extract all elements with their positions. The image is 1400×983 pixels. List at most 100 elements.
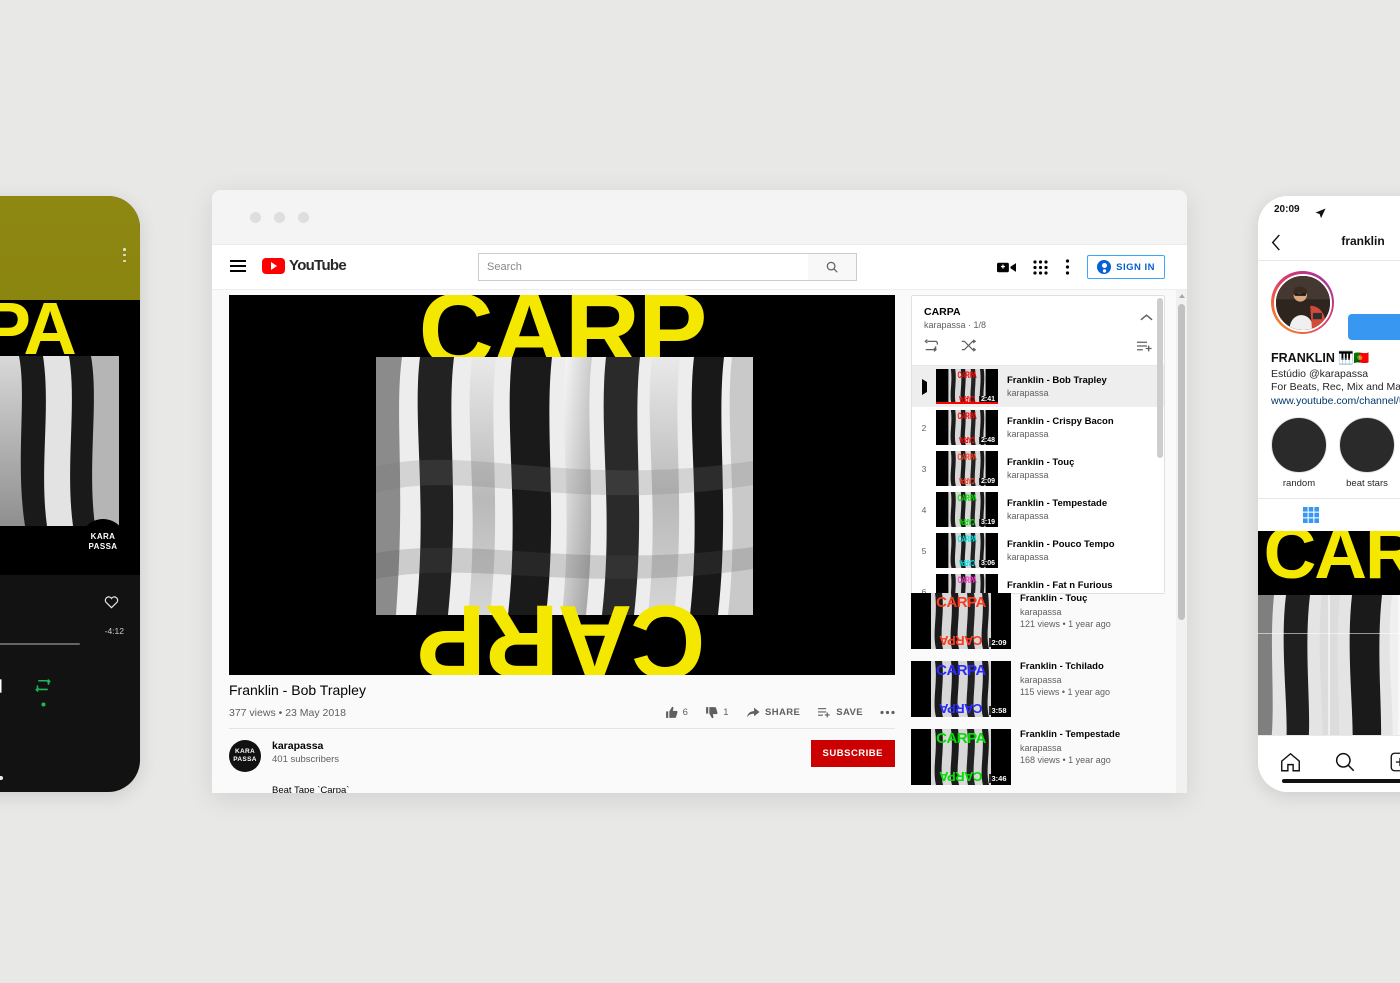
svg-text:CARPA: CARPA bbox=[958, 493, 977, 504]
playlist-item-channel: karapassa bbox=[1007, 388, 1049, 398]
bio-link[interactable]: www.youtube.com/channel/U bbox=[1271, 395, 1400, 407]
apps-grid-icon[interactable] bbox=[1033, 259, 1048, 275]
story-highlight[interactable]: beat stars bbox=[1339, 416, 1395, 489]
up-next-title: Franklin - Tempestade bbox=[1020, 729, 1121, 740]
karapassa-badge: KARA PASSA bbox=[80, 519, 126, 565]
status-time: 20:09 bbox=[1274, 204, 1300, 215]
plus-square-icon[interactable] bbox=[1390, 752, 1400, 777]
window-maximize-dot[interactable] bbox=[298, 212, 309, 223]
svg-text:CARPA: CARPA bbox=[959, 476, 975, 484]
grid-tab[interactable] bbox=[1258, 499, 1363, 531]
playlist-item[interactable]: 3 CARPA CARPA 2:09 Franklin - Touç karap… bbox=[912, 448, 1164, 489]
home-icon[interactable] bbox=[1280, 752, 1301, 777]
hamburger-menu-icon[interactable] bbox=[230, 260, 246, 273]
video-description: Beat Tape `Carpa` bbox=[272, 785, 350, 793]
profile-grid[interactable]: CARP bbox=[1258, 530, 1400, 763]
share-button[interactable]: SHARE bbox=[746, 706, 800, 719]
chevron-up-icon[interactable] bbox=[1140, 309, 1153, 327]
like-button[interactable]: 6 bbox=[665, 706, 689, 719]
more-vertical-icon[interactable] bbox=[1065, 259, 1070, 275]
tagged-tab[interactable] bbox=[1363, 499, 1400, 531]
search-input[interactable] bbox=[479, 254, 809, 280]
video-title: Franklin - Bob Trapley bbox=[229, 682, 366, 698]
time-remaining: -4:12 bbox=[104, 626, 124, 636]
dislike-count: 1 bbox=[723, 707, 729, 718]
account-avatar-icon bbox=[1097, 260, 1112, 274]
playlist-item-thumbnail: CARPA CARPA 3:06 bbox=[936, 533, 998, 568]
create-video-icon[interactable] bbox=[997, 260, 1017, 275]
playlist-items[interactable]: CARPA CARPA 2:41 Franklin - Bob Trapley … bbox=[912, 366, 1164, 593]
posts-count: 9 bbox=[1348, 279, 1400, 293]
playlist-item-channel: karapassa bbox=[1007, 552, 1049, 562]
svg-text:CARPA: CARPA bbox=[958, 452, 977, 463]
dislike-button[interactable]: 1 bbox=[705, 706, 729, 719]
up-next-item[interactable]: CARPA CARPA 2:09 Franklin - Touç karapas… bbox=[911, 587, 1163, 655]
subscribe-button[interactable]: SUBSCRIBE bbox=[810, 740, 895, 767]
svg-text:CARPA: CARPA bbox=[939, 633, 983, 648]
playlist-item-title: Franklin - Touç bbox=[1007, 457, 1075, 468]
save-label: SAVE bbox=[836, 707, 863, 718]
svg-text:CARPA: CARPA bbox=[939, 769, 983, 784]
up-next-channel: karapassa bbox=[1020, 743, 1062, 753]
playlist-scrollbar[interactable] bbox=[1157, 298, 1163, 458]
playlist-item-duration: 3:06 bbox=[978, 560, 997, 567]
more-actions-button[interactable] bbox=[880, 710, 895, 715]
playlist-item-title: Franklin - Bob Trapley bbox=[1007, 375, 1107, 386]
next-track-icon[interactable] bbox=[0, 676, 5, 701]
youtube-logo[interactable]: YouTube bbox=[262, 257, 347, 274]
window-minimize-dot[interactable] bbox=[274, 212, 285, 223]
playlist-item-index: 4 bbox=[921, 504, 927, 515]
posts-stat: 9 posts bbox=[1348, 279, 1400, 305]
avatar[interactable] bbox=[1271, 271, 1334, 334]
youtube-play-icon bbox=[262, 257, 285, 274]
window-close-dot[interactable] bbox=[250, 212, 261, 223]
location-arrow-icon bbox=[1315, 206, 1326, 224]
up-next-duration: 2:09 bbox=[988, 638, 1009, 647]
video-art-bottom-wordmark: CARP bbox=[418, 583, 706, 675]
up-next-list: CARPA CARPA 2:09 Franklin - Touç karapas… bbox=[911, 587, 1163, 791]
playlist-item[interactable]: CARPA CARPA 2:41 Franklin - Bob Trapley … bbox=[912, 366, 1164, 407]
svg-text:CARPA: CARPA bbox=[958, 534, 977, 545]
channel-name[interactable]: karapassa bbox=[272, 740, 339, 752]
now-playing-icon bbox=[921, 378, 927, 395]
add-to-queue-icon[interactable] bbox=[1137, 339, 1152, 357]
search-icon[interactable] bbox=[1335, 752, 1355, 777]
repeat-icon[interactable] bbox=[33, 676, 53, 707]
video-player[interactable]: CARP CARP bbox=[229, 295, 895, 675]
sign-in-button[interactable]: SIGN IN bbox=[1087, 255, 1165, 279]
player-controls bbox=[0, 658, 140, 714]
playlist-item[interactable]: 5 CARPA CARPA 3:06 Franklin - Pouco Temp… bbox=[912, 530, 1164, 571]
playlist-subtitle: karapassa · 1/8 bbox=[924, 320, 987, 330]
kebab-menu-icon[interactable] bbox=[123, 248, 126, 263]
story-highlight[interactable]: random bbox=[1271, 416, 1327, 489]
playlist-item-thumbnail: CARPA CARPA 3:19 bbox=[936, 492, 998, 527]
playlist-item-index: 5 bbox=[921, 545, 927, 556]
seek-bar[interactable] bbox=[0, 643, 80, 645]
loop-icon[interactable] bbox=[924, 339, 939, 357]
playlist-panel: CARPA karapassa · 1/8 CARPA CARPA 2:41 F… bbox=[911, 295, 1165, 594]
playlist-item[interactable]: 4 CARPA CARPA 3:19 Franklin - Tempestade… bbox=[912, 489, 1164, 530]
up-next-item[interactable]: CARPA CARPA 3:46 Franklin - Tempestade k… bbox=[911, 723, 1163, 791]
search-icon[interactable] bbox=[808, 253, 857, 281]
svg-text:CARPA: CARPA bbox=[959, 435, 975, 443]
shuffle-icon[interactable] bbox=[961, 339, 977, 357]
follow-button[interactable] bbox=[1348, 314, 1400, 340]
heart-icon[interactable] bbox=[103, 594, 120, 615]
album-art-wordmark: RPA bbox=[0, 300, 77, 370]
highlight-cover bbox=[1339, 416, 1395, 473]
up-next-thumbnail: CARPA CARPA 2:09 bbox=[911, 593, 1011, 649]
zebra-artwork bbox=[376, 357, 753, 615]
profile-username: franklin bbox=[1341, 234, 1385, 248]
page-scrollbar[interactable] bbox=[1176, 290, 1187, 793]
playlist-item[interactable]: 2 CARPA CARPA 2:48 Franklin - Crispy Bac… bbox=[912, 407, 1164, 448]
up-next-item[interactable]: CARPA CARPA 3:58 Franklin - Tchilado kar… bbox=[911, 655, 1163, 723]
avatar[interactable]: KARA PASSA bbox=[229, 740, 261, 772]
player-album-art: RPA KARA PASSA bbox=[0, 300, 140, 575]
scroll-up-arrow-icon[interactable] bbox=[1179, 294, 1185, 298]
svg-text:CARPA: CARPA bbox=[958, 411, 977, 422]
playlist-item-title: Franklin - Pouco Tempo bbox=[1007, 539, 1115, 550]
music-player-phone: OM PLAYLST n Beats RPA KARA PASSA -4:12 bbox=[0, 196, 140, 792]
save-button[interactable]: SAVE bbox=[817, 706, 863, 719]
up-next-thumbnail: CARPA CARPA 3:46 bbox=[911, 729, 1011, 785]
scrollbar-thumb[interactable] bbox=[1178, 304, 1185, 620]
